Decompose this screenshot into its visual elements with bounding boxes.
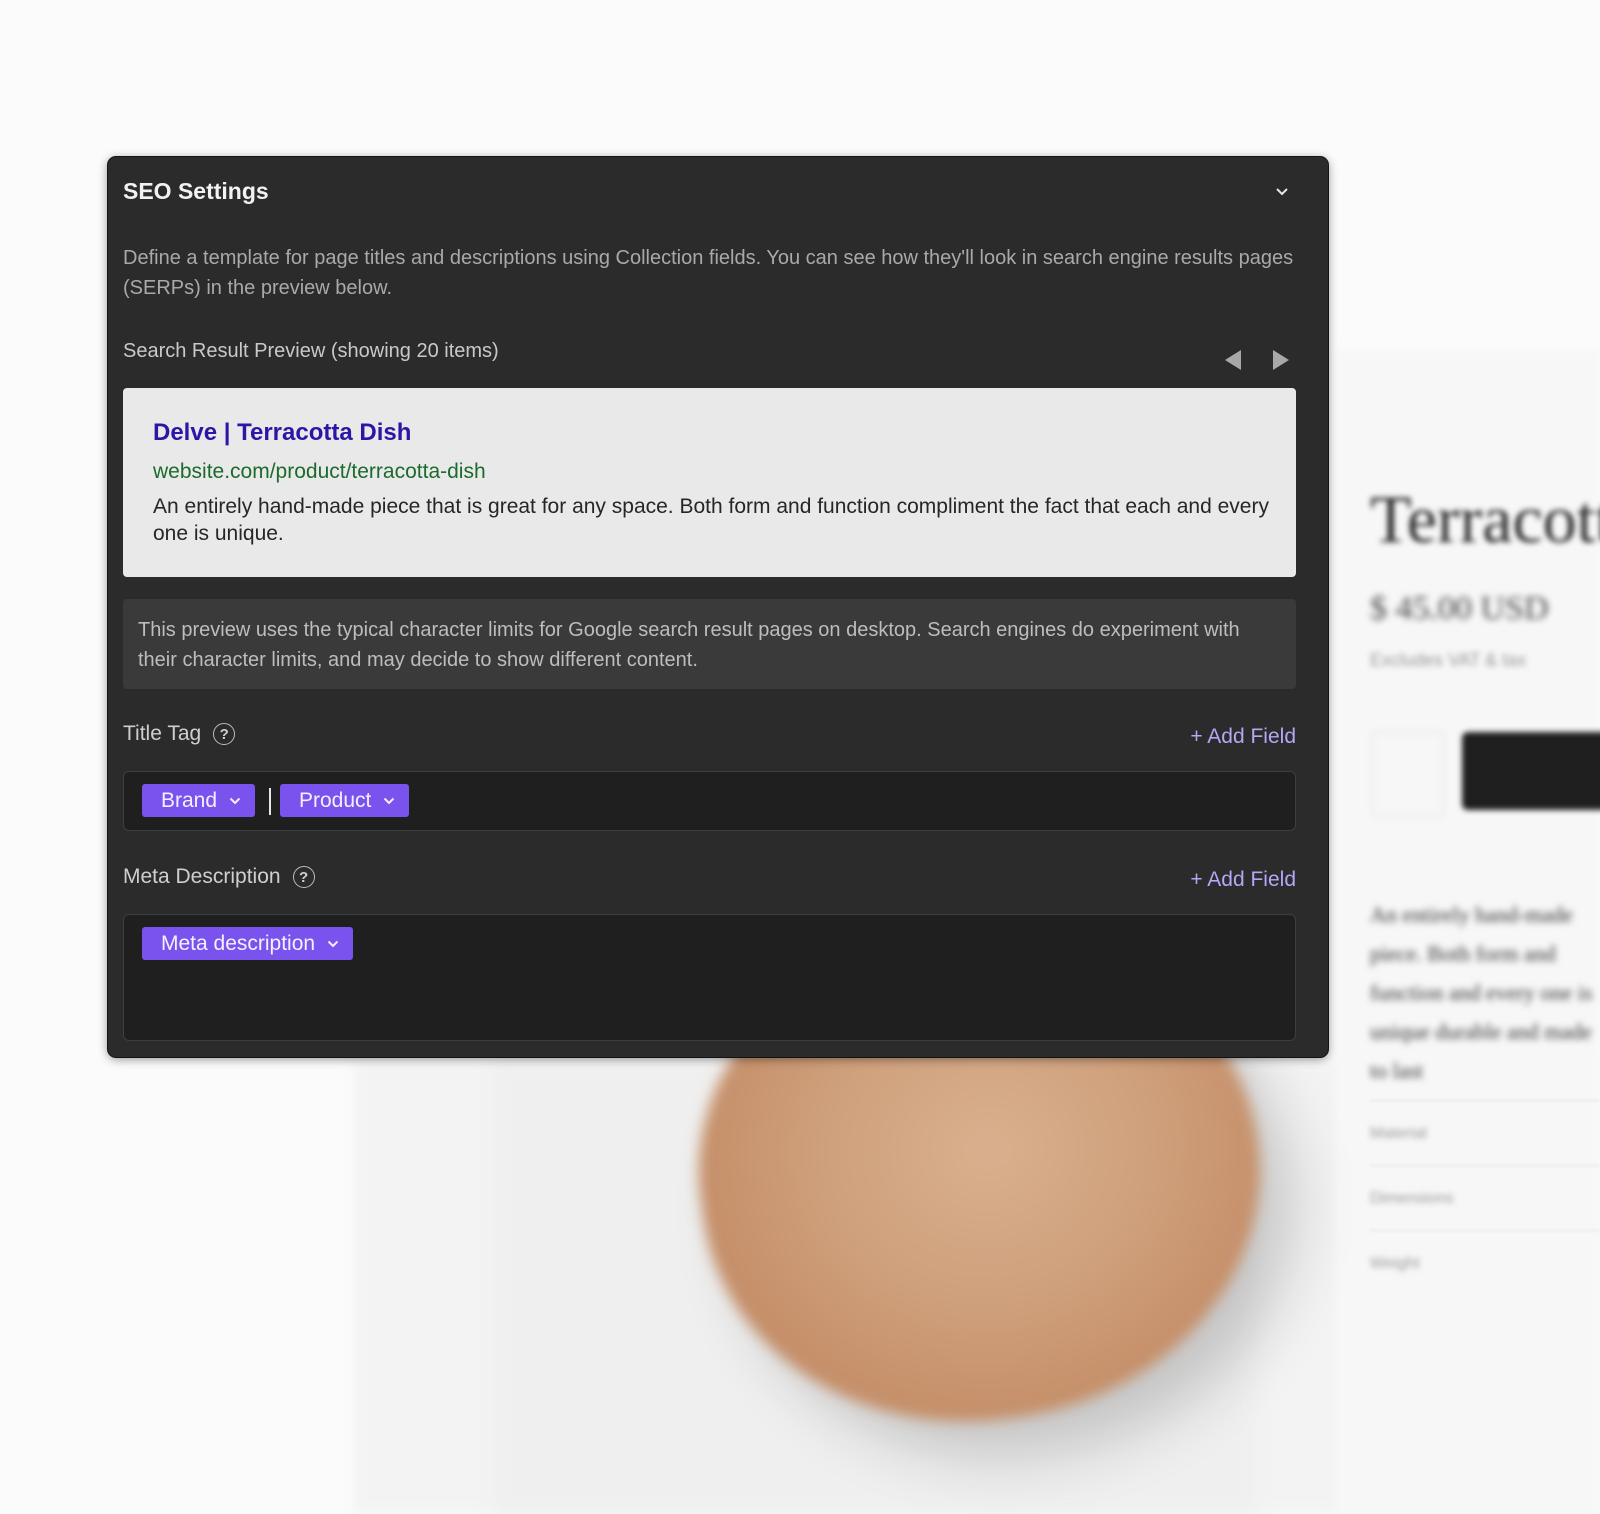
serp-url: website.com/product/terracotta-dish — [153, 460, 486, 483]
divider — [1370, 1100, 1600, 1101]
pill-label: Brand — [161, 788, 218, 812]
product-field-pill[interactable]: Product — [280, 784, 410, 817]
arrow-left-icon — [1225, 350, 1241, 370]
background-quantity-field — [1372, 732, 1444, 816]
background-meta-item: Material — [1370, 1125, 1427, 1142]
serp-description: An entirely hand-made piece that is grea… — [153, 495, 1269, 545]
chevron-down-icon — [229, 797, 241, 804]
title-tag-label-text: Title Tag — [123, 722, 202, 745]
panel-title: SEO Settings — [123, 178, 269, 204]
title-tag-label: Title Tag ? — [123, 722, 236, 746]
chevron-down-icon — [384, 797, 395, 804]
title-tag-add-field-button[interactable]: + Add Field — [1190, 725, 1296, 749]
search-preview-label: Search Result Preview (showing 20 items) — [123, 340, 499, 362]
seo-settings-panel: SEO Settings Define a template for page … — [108, 157, 1328, 1057]
meta-description-field-pill[interactable]: Meta description — [142, 927, 354, 960]
pill-label: Product — [299, 788, 372, 812]
background-product-title: Terracott — [1370, 481, 1600, 557]
chevron-down-icon — [1276, 188, 1288, 196]
help-icon[interactable]: ? — [213, 723, 236, 745]
meta-description-label-text: Meta Description — [123, 865, 281, 888]
preview-note-text: This preview uses the typical character … — [138, 619, 1240, 671]
divider — [1370, 1230, 1600, 1231]
meta-description-label: Meta Description ? — [123, 865, 315, 889]
collapse-button[interactable] — [1271, 181, 1293, 203]
chevron-down-icon — [327, 940, 339, 947]
meta-description-field[interactable]: Meta description — [123, 914, 1296, 1041]
separator-character — [269, 788, 271, 815]
help-icon[interactable]: ? — [292, 866, 315, 888]
background-description: An entirely hand-made piece. Both form a… — [1370, 902, 1593, 1083]
background-price-note: Excludes VAT & tax — [1370, 650, 1527, 670]
background-meta-item: Weight — [1370, 1255, 1420, 1272]
panel-intro: Define a template for page titles and de… — [123, 247, 1294, 299]
brand-field-pill[interactable]: Brand — [142, 784, 256, 817]
previous-item-button[interactable] — [1220, 347, 1246, 373]
title-tag-field[interactable]: Brand Product — [123, 771, 1296, 831]
background-price: $ 45.00 USD — [1370, 590, 1549, 627]
search-result-preview: Delve | Terracotta Dish website.com/prod… — [123, 388, 1296, 577]
background-add-to-cart-button — [1462, 732, 1600, 810]
next-item-button[interactable] — [1268, 347, 1294, 373]
divider — [1370, 1165, 1600, 1166]
arrow-right-icon — [1273, 350, 1289, 370]
pill-label: Meta description — [161, 931, 316, 955]
background-meta-item: Dimensions — [1370, 1190, 1454, 1207]
serp-title: Delve | Terracotta Dish — [153, 419, 412, 446]
preview-note: This preview uses the typical character … — [123, 599, 1296, 689]
meta-description-add-field-button[interactable]: + Add Field — [1190, 868, 1296, 892]
